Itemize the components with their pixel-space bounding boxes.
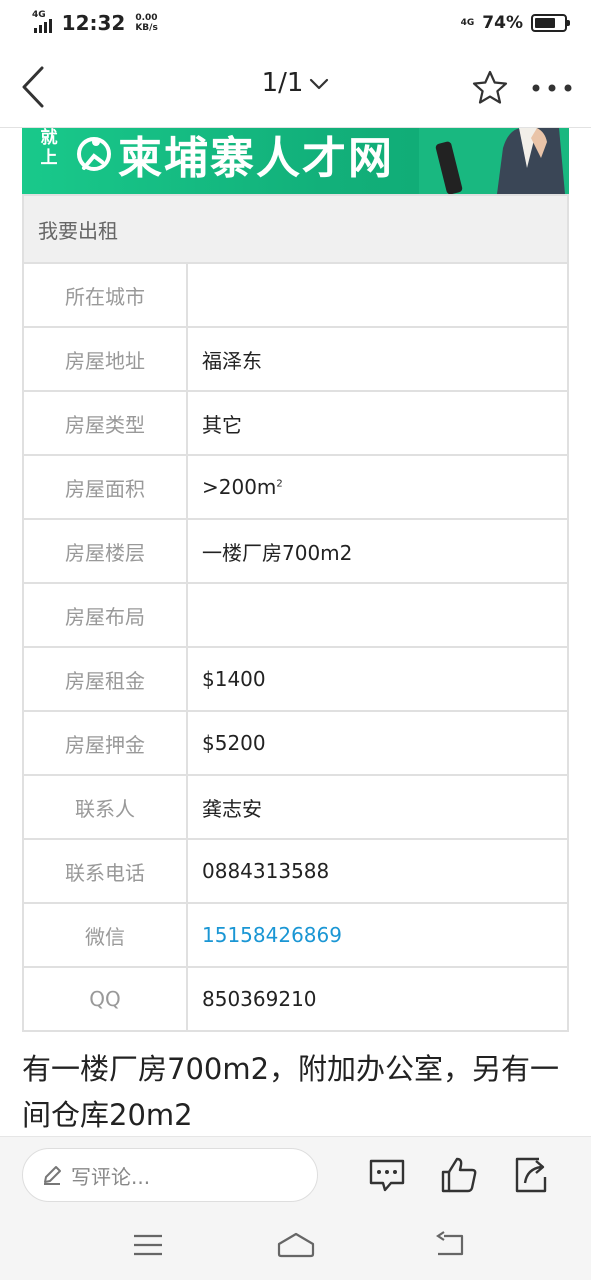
share-button[interactable] <box>511 1155 551 1195</box>
row-value-rent: $1400 <box>186 646 569 712</box>
clock: 12:32 <box>61 11 126 35</box>
row-label: 房屋类型 <box>22 390 188 456</box>
banner-prefix: 就上 <box>40 128 58 168</box>
listing-description: 有一楼厂房700m2，附加办公室，另有一间仓库20m2 <box>22 1052 560 1132</box>
comment-input[interactable]: 写评论... <box>22 1148 318 1202</box>
row-value-address: 福泽东 <box>186 326 569 392</box>
row-value-floor: 一楼厂房700m2 <box>186 518 569 584</box>
table-row: 微信 15158426869 <box>22 902 569 968</box>
more-icon <box>532 84 572 92</box>
net-speed-value: 0.00 <box>135 13 158 23</box>
row-value-qq: 850369210 <box>186 966 569 1032</box>
favorite-button[interactable] <box>470 68 510 108</box>
row-value-contact: 龚志安 <box>186 774 569 840</box>
chevron-down-icon <box>310 78 329 89</box>
row-label: 房屋面积 <box>22 454 188 520</box>
table-row: 房屋地址 福泽东 <box>22 326 569 392</box>
battery-percent: 74% <box>482 13 523 33</box>
battery-icon <box>531 14 570 32</box>
table-row: QQ 850369210 <box>22 966 569 1032</box>
table-row: 联系人 龚志安 <box>22 774 569 840</box>
home-button[interactable] <box>276 1230 316 1260</box>
back-icon <box>436 1231 464 1256</box>
table-row: 房屋面积 >200m2 <box>22 454 569 520</box>
row-value-city <box>186 262 569 328</box>
row-value-phone[interactable]: 0884313588 <box>186 838 569 904</box>
row-label: 微信 <box>22 902 188 968</box>
comment-placeholder: 写评论... <box>71 1164 151 1189</box>
wechat-link[interactable]: 15158426869 <box>186 902 569 968</box>
area-superscript: 2 <box>276 478 283 490</box>
system-back-button[interactable] <box>432 1230 468 1260</box>
like-button[interactable] <box>439 1155 479 1195</box>
row-value-type: 其它 <box>186 390 569 456</box>
comment-button[interactable] <box>367 1155 407 1195</box>
row-label: 房屋地址 <box>22 326 188 392</box>
table-row: 房屋楼层 一楼厂房700m2 <box>22 518 569 584</box>
businesswoman-image <box>419 128 569 194</box>
banner-title: 柬埔寨人才网 <box>118 133 394 184</box>
more-button[interactable] <box>530 80 574 96</box>
table-row: 房屋押金 $5200 <box>22 710 569 776</box>
comment-icon <box>369 1159 405 1192</box>
row-label: QQ <box>22 966 188 1032</box>
menu-icon <box>134 1234 162 1256</box>
menu-button[interactable] <box>130 1230 166 1260</box>
comment-bar: 写评论... <box>0 1136 591 1212</box>
banner[interactable]: 就上 柬埔寨人才网 <box>22 128 569 194</box>
table-header-row: 我要出租 <box>22 194 569 264</box>
network-label-right: 4G <box>460 18 475 28</box>
star-icon <box>472 70 508 104</box>
nav-bar: 1/1 <box>0 46 591 128</box>
page-indicator-label: 1/1 <box>261 68 304 98</box>
row-label: 联系人 <box>22 774 188 840</box>
home-icon <box>277 1232 315 1258</box>
table-row: 房屋布局 <box>22 582 569 648</box>
table-row: 联系电话 0884313588 <box>22 838 569 904</box>
network-label: 4G <box>32 9 46 20</box>
net-speed: 0.00 KB/s <box>135 13 157 33</box>
table-row: 所在城市 <box>22 262 569 328</box>
net-speed-unit: KB/s <box>135 23 158 33</box>
pencil-icon <box>44 1166 61 1185</box>
listing-table: 我要出租 所在城市 房屋地址 福泽东 房屋类型 其它 房屋面积 >200m2 房… <box>22 194 569 1032</box>
area-value: >200m <box>202 475 277 499</box>
row-label: 房屋押金 <box>22 710 188 776</box>
listing-header: 我要出租 <box>22 194 569 264</box>
row-label: 所在城市 <box>22 262 188 328</box>
share-icon <box>515 1157 547 1193</box>
row-value-area: >200m2 <box>186 454 569 520</box>
runner-logo-icon <box>77 137 111 171</box>
row-label: 联系电话 <box>22 838 188 904</box>
row-value-layout <box>186 582 569 648</box>
table-row: 房屋租金 $1400 <box>22 646 569 712</box>
row-label: 房屋楼层 <box>22 518 188 584</box>
row-value-deposit: $5200 <box>186 710 569 776</box>
row-label: 房屋租金 <box>22 646 188 712</box>
signal-icon <box>33 19 52 33</box>
row-label: 房屋布局 <box>22 582 188 648</box>
like-icon <box>441 1157 477 1193</box>
table-row: 房屋类型 其它 <box>22 390 569 456</box>
status-bar: 4G 12:32 0.00 KB/s 4G 74% <box>0 0 591 46</box>
system-nav-bar <box>0 1212 591 1280</box>
